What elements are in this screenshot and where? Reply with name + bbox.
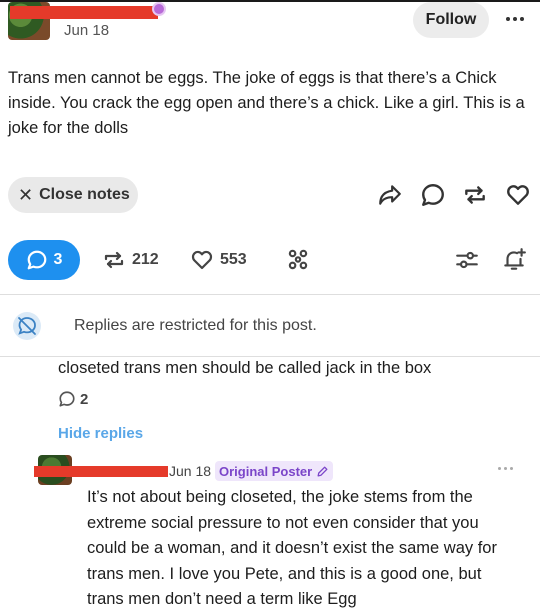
close-notes-label: Close notes	[39, 186, 130, 203]
reblogs-tab[interactable]: 212	[102, 246, 159, 274]
reply-count-button[interactable]: 2	[58, 390, 88, 408]
replies-restricted-notice: Replies are restricted for this post.	[74, 317, 317, 334]
reply-more-options-icon[interactable]	[498, 467, 513, 470]
comment-icon	[59, 391, 75, 407]
badge-label: Original Poster	[219, 463, 313, 479]
divider	[0, 356, 540, 357]
share-icon[interactable]	[376, 181, 404, 209]
replies-tab[interactable]: 3	[8, 240, 80, 280]
pencil-icon	[317, 466, 328, 476]
post-date: Jun 18	[64, 22, 110, 39]
comment-icon[interactable]	[419, 181, 447, 209]
redacted-username	[34, 466, 168, 477]
post-header: Jun 18 Follow	[0, 0, 540, 50]
reply-count: 2	[80, 390, 89, 408]
bell-plus-icon[interactable]	[500, 246, 528, 274]
reblog-icon	[104, 251, 124, 269]
community-icon[interactable]	[284, 246, 312, 274]
reply-date: Jun 18	[169, 463, 212, 479]
follow-button[interactable]: Follow	[413, 2, 489, 38]
close-icon: ✕	[18, 185, 34, 205]
reply-text: It’s not about being closeted, the joke …	[87, 488, 497, 608]
post-body: Trans men cannot be eggs. The joke of eg…	[8, 69, 525, 137]
more-options-icon[interactable]	[500, 8, 530, 30]
comment-icon	[27, 250, 46, 270]
replies-count: 3	[53, 251, 63, 268]
original-poster-badge: Original Poster	[215, 461, 334, 481]
likes-count: 553	[220, 251, 247, 268]
badge-icon	[152, 2, 166, 16]
divider	[0, 294, 540, 295]
comment-disabled-icon	[12, 311, 42, 341]
reply-text: closeted trans men should be called jack…	[58, 359, 432, 377]
hide-replies-link[interactable]: Hide replies	[58, 425, 143, 442]
filter-icon[interactable]	[453, 246, 481, 274]
redacted-username	[10, 6, 158, 19]
close-notes-button[interactable]: ✕ Close notes	[8, 177, 138, 213]
like-icon[interactable]	[504, 181, 532, 209]
reblog-icon[interactable]	[461, 181, 489, 209]
reblogs-count: 212	[132, 251, 159, 268]
heart-icon	[191, 250, 213, 270]
likes-tab[interactable]: 553	[190, 246, 247, 274]
